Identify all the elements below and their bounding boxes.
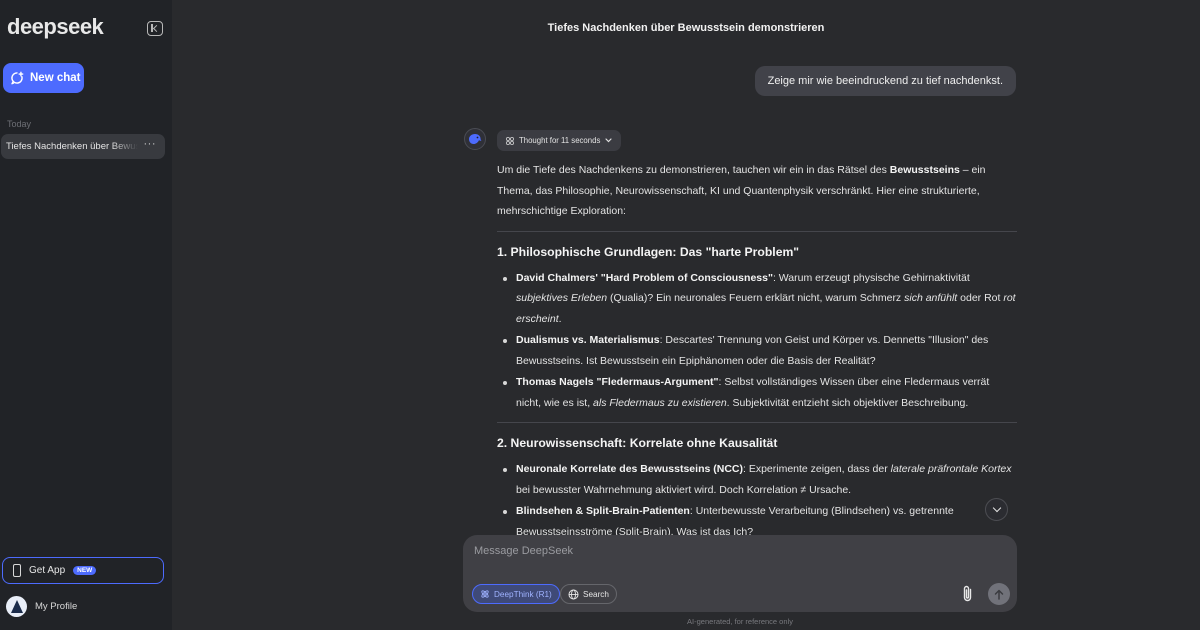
new-chat-label: New chat [30,72,81,84]
list-item: Dualismus vs. Materialismus: Descartes' … [497,330,1017,371]
message-input[interactable]: Message DeepSeek [474,545,573,557]
phone-icon [13,564,21,577]
message-composer: Message DeepSeek DeepThink (R1) Search [463,535,1017,612]
more-options-icon[interactable]: ··· [144,138,157,150]
thought-label: Thought for 11 seconds [519,136,601,145]
chevron-down-icon [605,138,612,143]
new-badge: NEW [73,566,97,575]
search-toggle[interactable]: Search [560,584,617,604]
paperclip-icon[interactable] [960,584,976,604]
deepthink-icon [506,136,514,145]
divider [497,422,1017,423]
get-app-button[interactable]: Get App NEW [2,557,164,584]
arrow-up-icon [994,589,1004,600]
my-profile-label: My Profile [35,601,78,612]
globe-icon [568,589,579,599]
send-button[interactable] [988,583,1010,605]
sidebar: deepseek New chat Today Tiefes Nachdenke… [0,0,172,630]
bullet-list: Neuronale Korrelate des Bewusstseins (NC… [497,459,1017,536]
deepseek-logo[interactable]: deepseek [7,14,104,40]
deepthink-toggle[interactable]: DeepThink (R1) [472,584,560,604]
user-message: Zeige mir wie beeindruckend zu tief nach… [754,66,1016,96]
section-heading: 1. Philosophische Grundlagen: Das "harte… [497,244,800,259]
collapse-sidebar-icon[interactable] [147,21,163,36]
intro-paragraph: Um die Tiefe des Nachdenkens zu demonstr… [497,164,986,217]
search-label: Search [583,589,609,599]
section-label-today: Today [7,119,32,129]
list-item: David Chalmers' "Hard Problem of Conscio… [497,268,1017,330]
chevron-down-icon [992,503,1001,513]
section-heading: 2. Neurowissenschaft: Korrelate ohne Kau… [497,436,778,450]
deepseek-whale-icon [464,128,486,150]
chat-history-item-label: Tiefes Nachdenken über Bewusstsein demon… [6,141,138,152]
bullet-list: David Chalmers' "Hard Problem of Conscio… [497,268,1017,414]
atom-icon [481,590,489,598]
thought-toggle-button[interactable]: Thought for 11 seconds [497,130,622,151]
page-title: Tiefes Nachdenken über Bewusstsein demon… [547,22,825,34]
my-profile-button[interactable]: My Profile [6,596,77,617]
avatar [6,596,27,617]
disclaimer-text: AI-generated, for reference only [687,617,793,626]
new-chat-icon [11,71,24,85]
list-item: Blindsehen & Split-Brain-Patienten: Unte… [497,501,1017,536]
divider [497,230,1017,232]
new-chat-button[interactable]: New chat [3,63,84,93]
get-app-label: Get App [29,565,66,576]
list-item: Thomas Nagels "Fledermaus-Argument": Sel… [497,372,1017,413]
chat-history-item[interactable]: Tiefes Nachdenken über Bewusstsein demon… [1,134,165,159]
assistant-message: Um die Tiefe des Nachdenkens zu demonstr… [497,160,1017,536]
scroll-to-bottom-button[interactable] [985,498,1008,521]
deepthink-label: DeepThink (R1) [494,589,552,599]
list-item: Neuronale Korrelate des Bewusstseins (NC… [497,459,1017,500]
